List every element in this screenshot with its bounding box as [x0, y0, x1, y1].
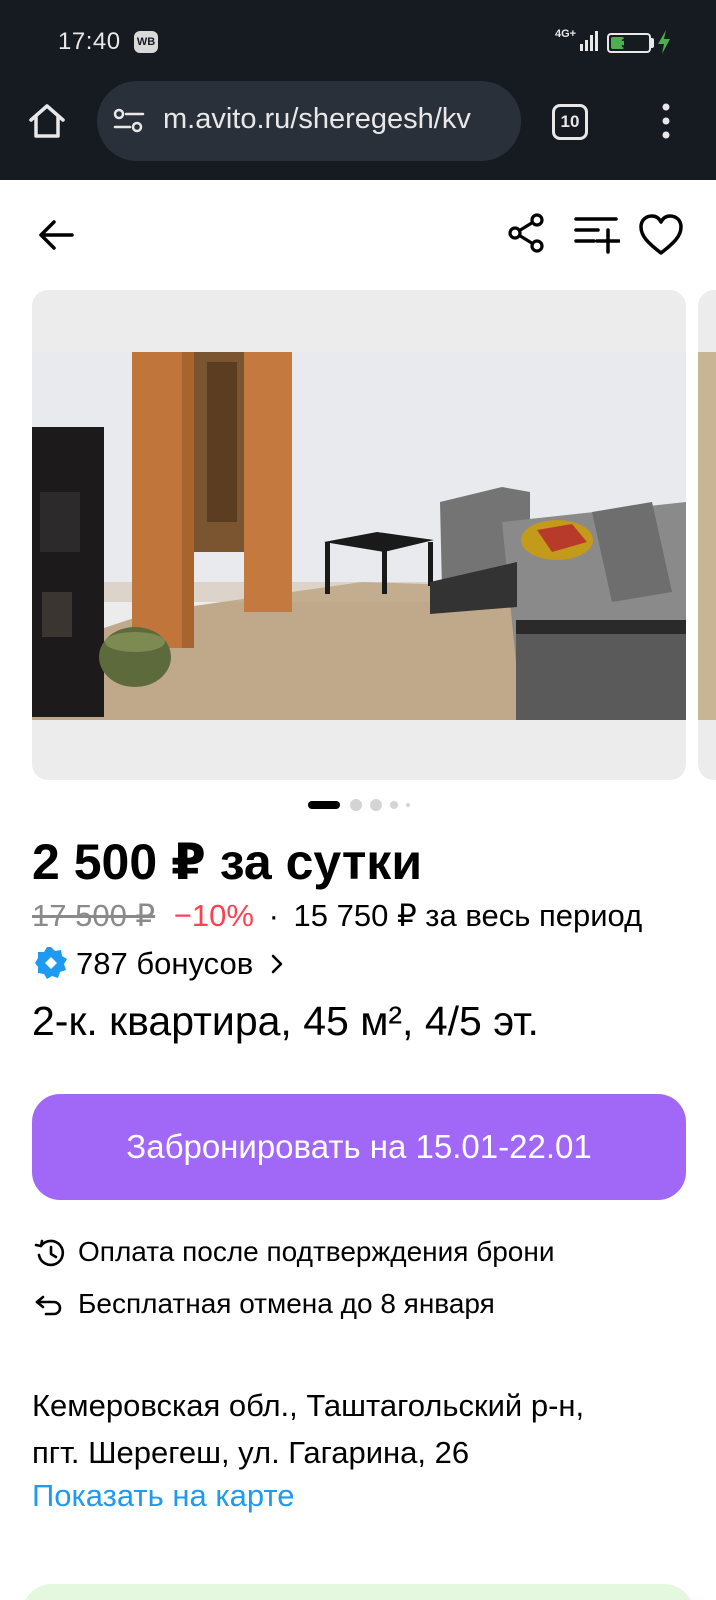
discount-badge: −10% — [173, 898, 254, 933]
old-price: 17 500 ₽ — [32, 898, 156, 933]
price-details: 17 500 ₽ −10% · 15 750 ₽ за весь период — [32, 898, 642, 934]
network-type: 4G+ — [555, 28, 577, 40]
price-separator: · — [268, 898, 279, 933]
battery-icon: 37 — [607, 33, 651, 53]
show-on-map-link[interactable]: Показать на карте — [32, 1478, 295, 1514]
book-button[interactable]: Забронировать на 15.01-22.01 — [32, 1094, 686, 1200]
home-icon[interactable] — [26, 100, 68, 142]
photo-gallery[interactable] — [32, 290, 686, 780]
address-line-1: Кемеровская обл., Таштагольский р-н, — [32, 1388, 585, 1423]
total-price: 15 750 ₽ за весь период — [293, 898, 643, 933]
site-settings-icon[interactable] — [113, 108, 145, 134]
bottom-info-card — [22, 1584, 694, 1600]
price-per-day: 2 500 ₽ за сутки — [32, 834, 423, 890]
payment-after-confirm-icon — [34, 1239, 65, 1267]
condition-text: Бесплатная отмена до 8 января — [78, 1288, 495, 1319]
condition-text: Оплата после подтверждения брони — [78, 1236, 555, 1267]
address: Кемеровская обл., Таштагольский р-н, пгт… — [32, 1382, 686, 1476]
apartment-photo[interactable] — [32, 352, 686, 720]
share-icon[interactable] — [506, 212, 548, 254]
browser-chrome: 17:40 WB 4G+ 37 m.avito.ru/sheregesh/kv … — [0, 0, 716, 180]
back-arrow-icon[interactable] — [36, 214, 78, 256]
listing-title: 2-к. квартира, 45 м², 4/5 эт. — [32, 998, 539, 1044]
free-cancel-icon — [35, 1295, 62, 1316]
address-bar[interactable]: m.avito.ru/sheregesh/kv — [97, 81, 521, 161]
pagination-dot — [390, 801, 398, 809]
bonus-badge-icon — [35, 947, 67, 979]
pagination-dot-active — [308, 801, 340, 809]
wb-app-badge: WB — [134, 31, 158, 53]
url-text[interactable]: m.avito.ru/sheregesh/kv — [163, 103, 471, 136]
pagination-dot — [406, 803, 410, 807]
favorite-heart-icon[interactable] — [638, 214, 684, 256]
battery-level: 37 — [621, 35, 637, 51]
chevron-right-icon — [271, 954, 283, 974]
charging-icon — [658, 30, 670, 54]
pagination-dot — [370, 799, 382, 811]
add-to-compare-icon[interactable] — [574, 214, 620, 254]
signal-icon — [580, 31, 598, 51]
next-photo-peek[interactable] — [698, 290, 716, 780]
next-photo-preview — [698, 352, 716, 720]
pagination-dot — [350, 799, 362, 811]
bonus-amount[interactable]: 787 бонусов — [76, 946, 253, 982]
url-fade — [491, 81, 521, 161]
tab-switcher-button[interactable]: 10 — [552, 104, 588, 140]
battery-tip — [651, 38, 654, 48]
status-time: 17:40 — [58, 28, 121, 55]
address-line-2: пгт. Шерегеш, ул. Гагарина, 26 — [32, 1435, 470, 1470]
more-options-icon[interactable] — [656, 101, 676, 141]
